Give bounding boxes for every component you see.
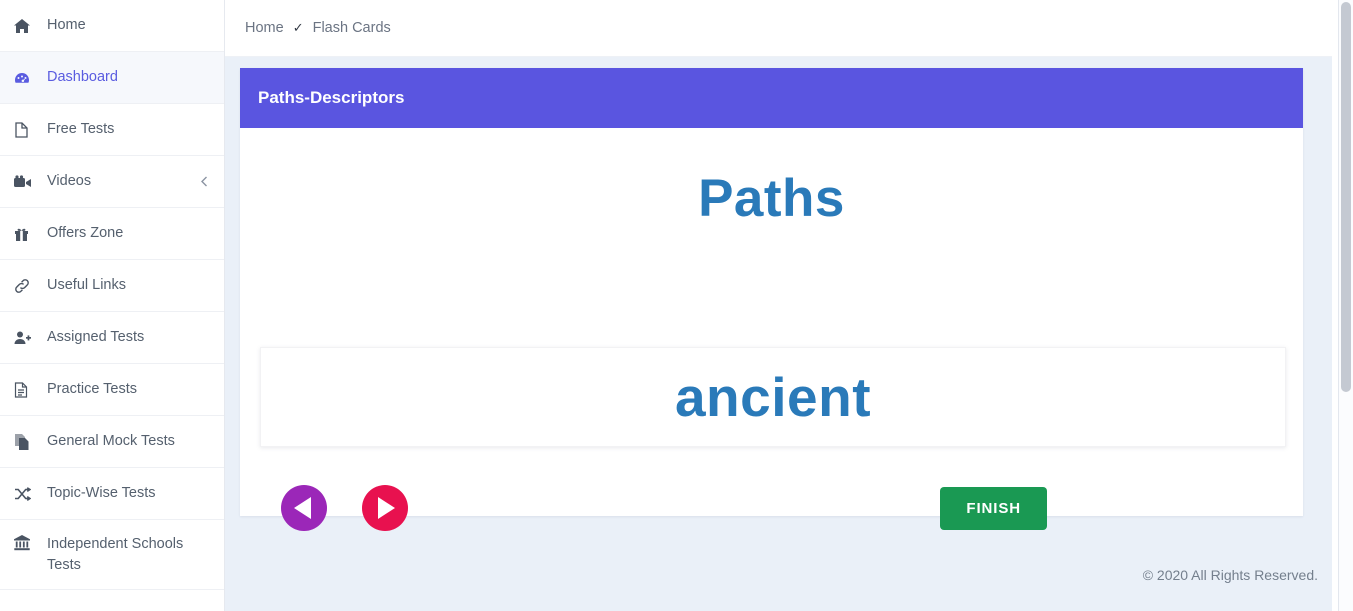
sidebar-item-general-mock-tests[interactable]: General Mock Tests: [0, 416, 224, 468]
file-icon: [14, 121, 38, 138]
sidebar-item-assigned-tests[interactable]: Assigned Tests: [0, 312, 224, 364]
flashcard-panel: Paths-Descriptors Paths ancient FINISH: [240, 68, 1303, 531]
flashcard-panel-header: Paths-Descriptors: [240, 68, 1303, 128]
sidebar-item-useful-links[interactable]: Useful Links: [0, 260, 224, 312]
breadcrumb: Home ✓ Flash Cards: [225, 0, 1353, 57]
chevron-left-icon[interactable]: [199, 175, 210, 188]
sidebar-item-free-tests[interactable]: Free Tests: [0, 104, 224, 156]
gift-icon: [14, 226, 38, 242]
sidebar-item-videos[interactable]: Videos: [0, 156, 224, 208]
home-icon: [14, 18, 38, 34]
copy-icon: [14, 433, 38, 450]
sidebar-item-label: Independent Schools Tests: [47, 536, 184, 574]
app-root: Home Dashboard Free Tests Videos Offers …: [0, 0, 1353, 611]
page-title: Paths-Descriptors: [258, 88, 405, 107]
user-plus-icon: [14, 330, 38, 346]
flashcard-answer-word: ancient: [674, 366, 872, 428]
footer-copyright: © 2020 All Rights Reserved.: [1142, 567, 1318, 583]
sidebar-item-topic-wise-tests[interactable]: Topic-Wise Tests: [0, 468, 224, 520]
sidebar-item-label: Videos: [47, 172, 92, 189]
play-right-triangle-icon: [378, 497, 395, 519]
sidebar: Home Dashboard Free Tests Videos Offers …: [0, 0, 225, 611]
next-card-button[interactable]: [362, 485, 408, 531]
sidebar-item-label: Home: [47, 16, 86, 33]
flashcard-controls: FINISH: [240, 473, 1303, 543]
sidebar-item-label: Dashboard: [47, 68, 118, 85]
previous-card-button[interactable]: [281, 485, 327, 531]
shuffle-icon: [14, 486, 38, 501]
play-left-triangle-icon: [294, 497, 311, 519]
sidebar-item-label: General Mock Tests: [47, 432, 175, 449]
finish-button[interactable]: FINISH: [940, 486, 1047, 530]
sidebar-item-label: Practice Tests: [47, 380, 137, 397]
main-content: Home ✓ Flash Cards Paths-Descriptors Pat…: [225, 0, 1353, 611]
flashcard-body: Paths ancient FINISH: [240, 128, 1303, 531]
sidebar-item-label: Assigned Tests: [47, 328, 145, 345]
sidebar-item-label: Free Tests: [47, 120, 115, 137]
flashcard-term: Paths: [698, 169, 845, 228]
sidebar-item-label: Topic-Wise Tests: [47, 484, 156, 501]
vertical-scrollbar[interactable]: [1338, 0, 1353, 611]
document-icon: [14, 381, 38, 398]
dashboard-icon: [14, 70, 38, 86]
sidebar-item-label: Offers Zone: [47, 224, 124, 241]
link-icon: [14, 278, 38, 294]
breadcrumb-home-link[interactable]: Home: [245, 20, 284, 36]
bank-icon: [14, 535, 38, 551]
sidebar-item-independent-schools-tests[interactable]: Independent Schools Tests: [0, 520, 224, 590]
sidebar-item-dashboard[interactable]: Dashboard: [0, 52, 224, 104]
breadcrumb-separator-icon: ✓: [292, 20, 304, 35]
breadcrumb-current: Flash Cards: [312, 20, 391, 36]
flashcard-answer-box: ancient: [260, 347, 1286, 447]
sidebar-item-label: Useful Links: [47, 276, 126, 293]
sidebar-item-offers-zone[interactable]: Offers Zone: [0, 208, 224, 260]
sidebar-item-practice-tests[interactable]: Practice Tests: [0, 364, 224, 416]
scrollbar-thumb[interactable]: [1341, 2, 1351, 392]
sidebar-item-home[interactable]: Home: [0, 0, 224, 52]
video-camera-icon: [14, 174, 38, 189]
